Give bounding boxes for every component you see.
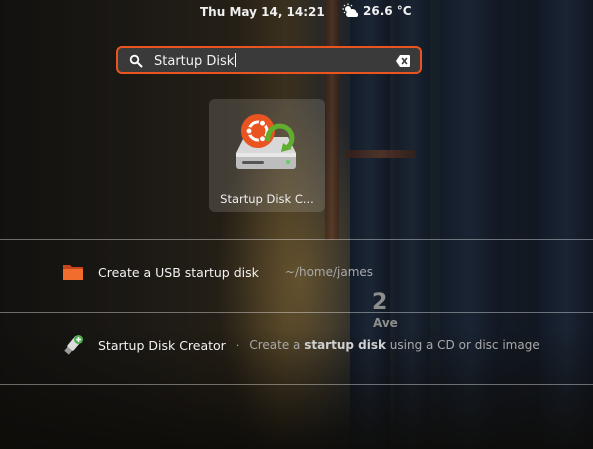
app-tile-startup-disk-creator[interactable]: Startup Disk C... <box>209 99 325 212</box>
result-create-usb-startup-disk[interactable]: Create a USB startup disk ~/home/james <box>62 260 373 284</box>
result-startup-disk-creator[interactable]: Startup Disk Creator · Create a startup … <box>62 333 540 357</box>
separator <box>0 312 593 313</box>
folder-icon <box>63 265 83 280</box>
result-title: Startup Disk Creator <box>98 337 226 353</box>
result-path: ~/home/james <box>284 265 374 279</box>
result-title: Create a USB startup disk <box>98 264 259 280</box>
separator <box>0 239 593 240</box>
clock[interactable]: Thu May 14, 14:21 <box>200 5 325 19</box>
search-icon <box>129 54 143 68</box>
search-text: Startup Disk <box>154 53 237 69</box>
text-caret <box>235 53 237 67</box>
usb-creator-icon <box>64 335 83 355</box>
app-tile-label: Startup Disk C... <box>220 192 314 206</box>
search-input[interactable]: Startup Disk <box>116 46 422 74</box>
weather-few-clouds-icon <box>342 3 358 17</box>
result-description: Create a startup disk using a CD or disc… <box>249 338 540 352</box>
weather-indicator[interactable]: 26.6 °C <box>342 3 412 19</box>
top-bar: Thu May 14, 14:21 26.6 °C <box>0 0 593 24</box>
clear-icon[interactable] <box>396 55 410 67</box>
separator <box>0 384 593 385</box>
temperature: 26.6 °C <box>363 4 412 18</box>
result-separator-dot: · <box>235 338 240 352</box>
startup-disk-creator-icon <box>236 114 296 169</box>
